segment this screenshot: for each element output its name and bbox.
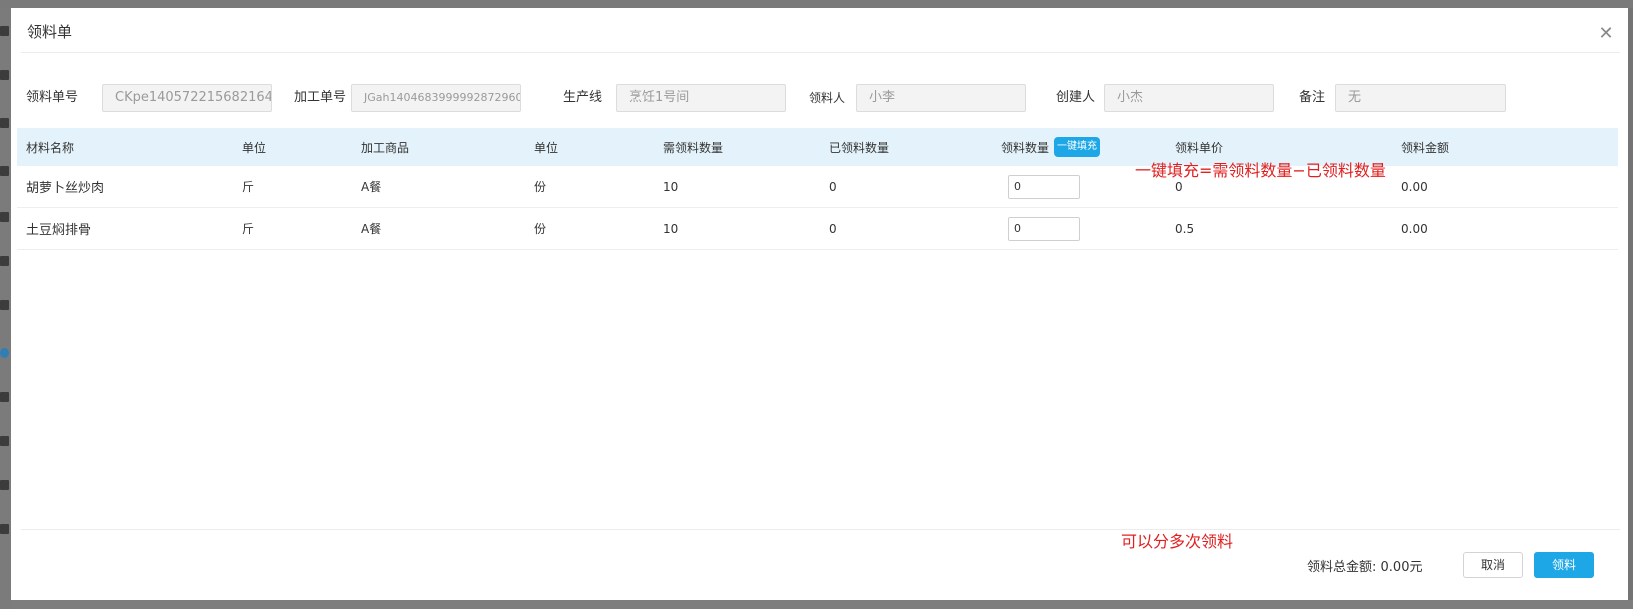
cancel-button[interactable]: 取消 — [1463, 552, 1523, 578]
material-requisition-dialog: 领料单 ✕ 领料单号 CKpe140572215682164 加工单号 JGah… — [11, 8, 1628, 600]
header-amount: 领料金额 — [1401, 140, 1450, 155]
creator-label: 创建人 — [1056, 90, 1096, 105]
sidebar-icon — [0, 256, 9, 266]
row-amount: 0.00 — [1401, 221, 1428, 236]
row-required-qty: 10 — [663, 179, 679, 194]
pick-qty-input[interactable] — [1008, 174, 1080, 199]
process-no-input[interactable]: JGah1404683999992872960 — [351, 84, 521, 112]
sidebar-icon — [0, 524, 9, 534]
row-required-qty: 10 — [663, 221, 679, 236]
header-required-qty: 需领料数量 — [663, 140, 724, 155]
background-nav-strip — [0, 0, 1633, 8]
sidebar-icon — [0, 166, 9, 176]
row-product: A餐 — [361, 222, 382, 236]
order-no-label: 领料单号 — [26, 90, 79, 105]
row-received-qty: 0 — [829, 221, 837, 236]
pick-qty-input[interactable] — [1008, 216, 1080, 241]
receiver-input[interactable]: 小李 — [856, 84, 1026, 112]
row-unit: 斤 — [242, 222, 255, 236]
total-amount: 领料总金额: 0.00元 — [1307, 556, 1422, 575]
sidebar-icon — [0, 480, 9, 490]
background-right-edge — [1628, 8, 1633, 600]
header-material-name: 材料名称 — [26, 140, 75, 155]
close-icon[interactable]: ✕ — [1598, 25, 1614, 43]
sidebar-icon — [0, 348, 9, 358]
creator-input[interactable]: 小杰 — [1104, 84, 1274, 112]
receiver-label: 领料人 — [809, 91, 846, 105]
row-amount: 0.00 — [1401, 179, 1428, 194]
sidebar-icon — [0, 70, 9, 80]
multi-pick-annotation: 可以分多次领料 — [1121, 532, 1234, 551]
row-pick-qty-cell — [1008, 166, 1080, 207]
header-pick-qty: 领料数量 一键填充 — [1001, 128, 1101, 166]
background-nav-text — [96, 0, 100, 8]
material-table: 材料名称 单位 加工商品 单位 需领料数量 已领料数量 领料数量 一键填充 领料… — [17, 128, 1618, 250]
row-pick-qty-cell — [1008, 208, 1080, 249]
row-product: A餐 — [361, 180, 382, 194]
header-received-qty: 已领料数量 — [829, 140, 890, 155]
production-line-input[interactable]: 烹饪1号间 — [616, 84, 786, 112]
row-material-name: 土豆焖排骨 — [26, 223, 92, 238]
fill-formula-annotation: 一键填充=需领料数量−已领料数量 — [1135, 161, 1386, 180]
total-amount-value: 0.00元 — [1380, 560, 1423, 575]
sidebar-icon — [0, 212, 9, 222]
row-unit-price: 0.5 — [1175, 221, 1195, 236]
sidebar-icon — [0, 300, 9, 310]
order-no-input[interactable]: CKpe140572215682164 — [102, 84, 272, 112]
header-pick-qty-label: 领料数量 — [1001, 140, 1050, 155]
requisition-button[interactable]: 领料 — [1534, 552, 1594, 578]
title-divider — [21, 52, 1620, 53]
remark-input[interactable]: 无 — [1335, 84, 1506, 112]
background-sidebar — [0, 8, 11, 609]
dialog-title: 领料单 — [27, 23, 73, 41]
header-unit: 单位 — [242, 140, 267, 155]
header-product: 加工商品 — [361, 140, 410, 155]
row-material-name: 胡萝卜丝炒肉 — [26, 181, 105, 196]
total-amount-label: 领料总金额: — [1307, 560, 1377, 575]
sidebar-icon — [0, 392, 9, 402]
sidebar-icon — [0, 118, 9, 128]
sidebar-icon — [0, 436, 9, 446]
row-unit: 斤 — [242, 180, 255, 194]
process-no-label: 加工单号 — [294, 90, 347, 105]
one-click-fill-button[interactable]: 一键填充 — [1054, 137, 1101, 157]
footer-divider — [21, 529, 1620, 530]
background-bottom-edge — [11, 600, 1633, 609]
table-row: 土豆焖排骨 斤 A餐 份 10 0 0.5 0.00 — [17, 208, 1618, 250]
row-product-unit: 份 — [534, 180, 547, 194]
row-received-qty: 0 — [829, 179, 837, 194]
row-product-unit: 份 — [534, 222, 547, 236]
header-product-unit: 单位 — [534, 140, 559, 155]
remark-label: 备注 — [1299, 90, 1326, 105]
production-line-label: 生产线 — [563, 90, 603, 105]
sidebar-icon — [0, 26, 9, 36]
